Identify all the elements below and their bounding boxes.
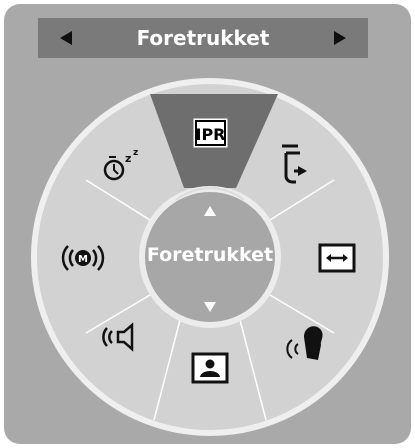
sleep-z-small: z xyxy=(133,148,138,158)
ipr-icon-label: IPR xyxy=(196,125,226,144)
quick-menu-wheel: IPR M z z xyxy=(31,78,389,436)
center-title: Foretrukket xyxy=(146,244,274,266)
m-signal-label: M xyxy=(78,254,88,265)
sleep-z-large: z xyxy=(125,152,131,165)
aspect-ratio-icon[interactable] xyxy=(318,243,356,273)
picture-icon[interactable] xyxy=(191,352,229,384)
ipr-icon[interactable]: IPR xyxy=(192,117,229,149)
